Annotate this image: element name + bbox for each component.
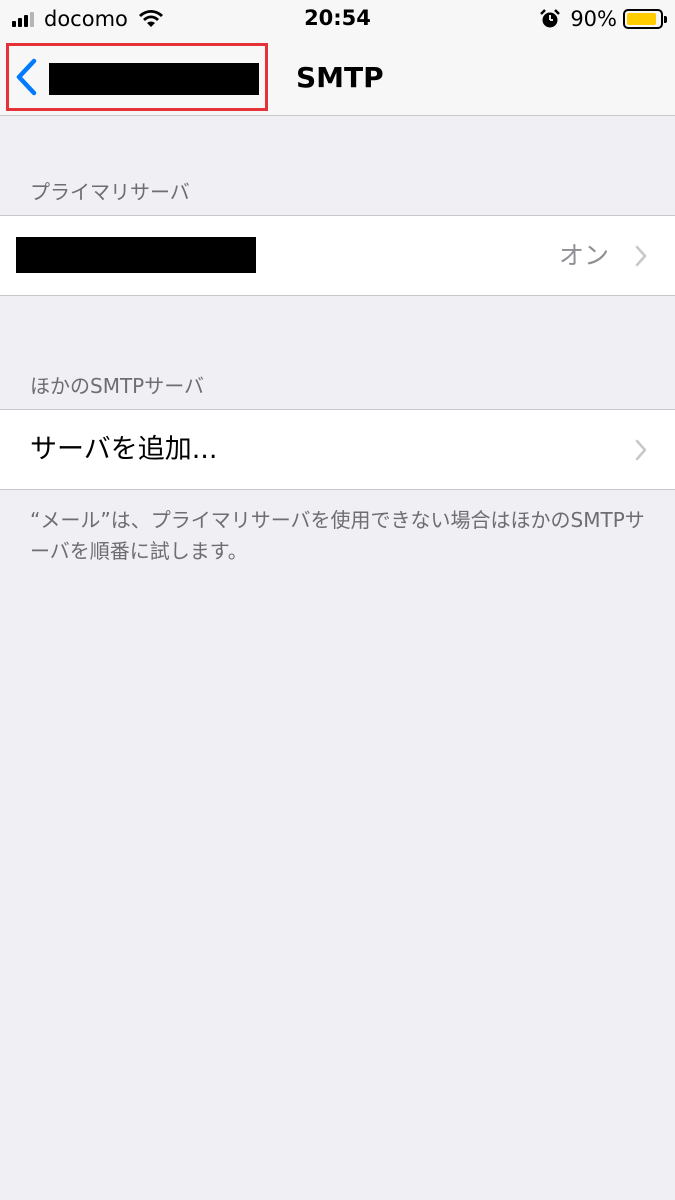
alarm-icon [540, 9, 561, 28]
primary-server-group: オン [0, 215, 675, 296]
chevron-right-icon [635, 245, 647, 267]
battery-percent: 90% [570, 7, 617, 31]
primary-server-status: オン [558, 241, 609, 270]
battery-icon [623, 9, 667, 29]
primary-server-header: プライマリサーバ [30, 180, 190, 204]
smtp-settings-screen: docomo 20:54 90% SMTP プライマリサーバ オン ほかのSMT… [0, 0, 675, 1200]
other-servers-group: サーバを追加... [0, 409, 675, 490]
chevron-left-icon [16, 58, 37, 96]
footer-note: “メール”は、プライマリサーバを使用できない場合はほかのSMTPサーバを順番に試… [30, 508, 645, 563]
redacted-back-label [49, 63, 259, 95]
redacted-server-name [16, 237, 256, 273]
page-title: SMTP [296, 61, 384, 94]
add-server-label: サーバを追加... [30, 434, 218, 465]
other-servers-header: ほかのSMTPサーバ [30, 374, 205, 398]
primary-server-cell[interactable]: オン [0, 216, 675, 295]
battery-fill [627, 13, 656, 25]
navigation-bar: SMTP [0, 40, 675, 116]
back-button[interactable] [6, 43, 268, 111]
status-bar: docomo 20:54 90% [0, 0, 675, 40]
add-server-cell[interactable]: サーバを追加... [0, 410, 675, 489]
chevron-right-icon [635, 439, 647, 461]
status-right: 90% [540, 6, 667, 32]
